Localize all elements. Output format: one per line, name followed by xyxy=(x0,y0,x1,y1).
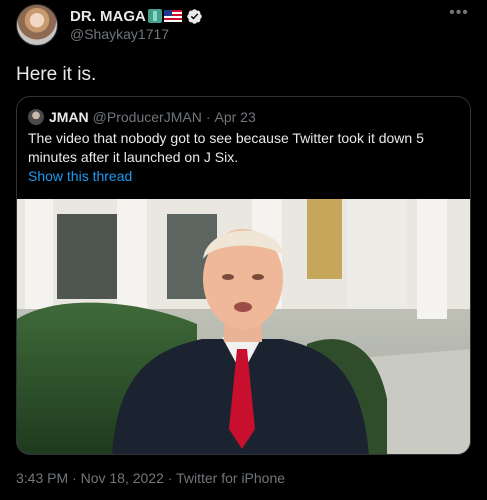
tweet-source[interactable]: Twitter for iPhone xyxy=(176,470,285,486)
tweet-header: DR. MAGA @Shaykay1717 ••• xyxy=(16,4,471,48)
verified-badge-icon xyxy=(187,8,202,24)
quoted-video-thumbnail[interactable] xyxy=(17,199,470,454)
quoted-author-name: JMAN xyxy=(49,109,89,125)
us-flag-icon xyxy=(163,10,182,22)
show-thread-link[interactable]: Show this thread xyxy=(28,168,132,184)
quoted-date: Apr 23 xyxy=(214,109,256,125)
tweet-date[interactable]: Nov 18, 2022 xyxy=(81,470,164,486)
tweet-text: Here it is. xyxy=(16,64,97,85)
quoted-author-handle: @ProducerJMAN xyxy=(92,109,202,125)
statue-of-liberty-icon xyxy=(147,9,162,23)
quoted-tweet-text: The video that nobody got to see because… xyxy=(28,130,424,165)
tweet-metadata: 3:43 PM · Nov 18, 2022 · Twitter for iPh… xyxy=(16,470,285,486)
author-name-row[interactable]: DR. MAGA xyxy=(70,6,203,26)
meta-separator-2: · xyxy=(163,470,177,486)
quoted-author-avatar xyxy=(28,109,44,125)
tweet-time[interactable]: 3:43 PM xyxy=(16,470,68,486)
author-display-name[interactable]: DR. MAGA xyxy=(70,8,146,25)
author-avatar[interactable] xyxy=(16,4,58,46)
quoted-tweet-header: JMAN @ProducerJMAN · Apr 23 xyxy=(28,107,256,127)
more-horizontal-icon[interactable]: ••• xyxy=(449,5,469,22)
quoted-tweet-card[interactable]: JMAN @ProducerJMAN · Apr 23 The video th… xyxy=(16,96,471,455)
author-handle[interactable]: @Shaykay1717 xyxy=(70,26,169,42)
quoted-separator: · xyxy=(205,109,211,125)
video-frame-illustration xyxy=(17,199,470,454)
meta-separator-1: · xyxy=(68,470,81,486)
